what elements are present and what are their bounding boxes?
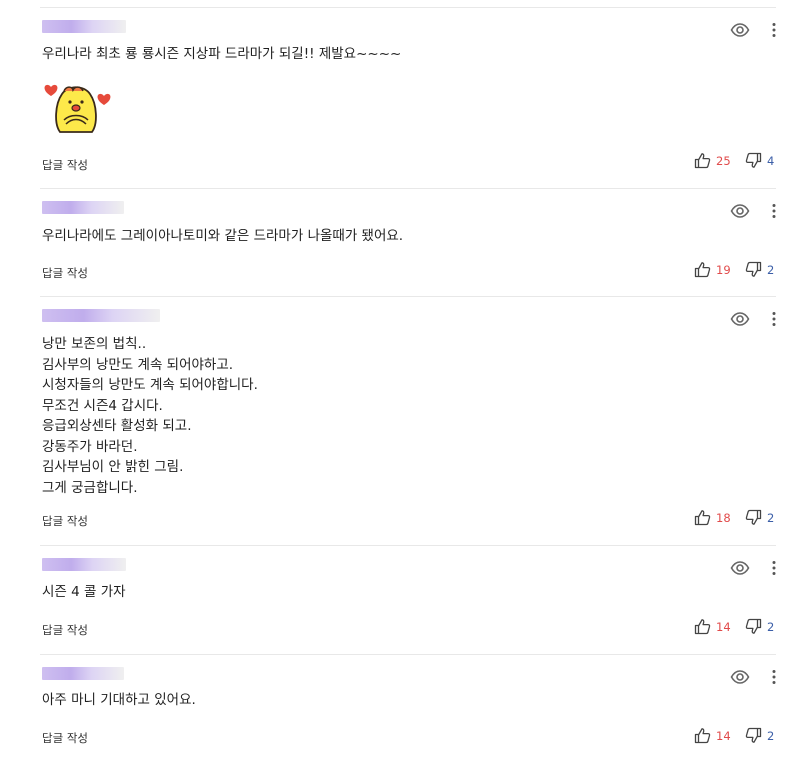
like-count: 19	[716, 262, 731, 277]
like-button[interactable]: 14	[694, 618, 731, 635]
reply-button[interactable]: 답글 작성	[42, 265, 88, 281]
like-count: 25	[716, 153, 731, 168]
dislike-count: 4	[767, 153, 775, 168]
comment-text: 우리나라에도 그레이아나토미와 같은 드라마가 나올때가 됐어요.	[42, 228, 404, 244]
reply-button[interactable]: 답글 작성	[42, 622, 88, 638]
reply-button[interactable]: 답글 작성	[42, 157, 88, 173]
dislike-button[interactable]: 2	[745, 618, 774, 635]
thumbs-down-icon	[745, 618, 762, 635]
comment-item: 낭만 보존의 법칙.. 김사부의 낭만도 계속 되어야하고. 시청자들의 낭만도…	[40, 296, 776, 545]
reply-button[interactable]: 답글 작성	[42, 513, 88, 529]
thumbs-up-icon	[694, 727, 711, 744]
dislike-count: 2	[767, 510, 775, 525]
comment-text: 아주 마니 기대하고 있어요.	[42, 692, 196, 708]
dislike-button[interactable]: 2	[745, 509, 774, 526]
more-vertical-icon[interactable]	[768, 667, 780, 687]
comment-item: 아주 마니 기대하고 있어요. 답글 작성 14 2	[40, 654, 776, 762]
dislike-button[interactable]: 2	[745, 261, 774, 278]
sticker-image	[42, 74, 114, 142]
username-blurred	[42, 309, 160, 322]
username-blurred	[42, 201, 124, 214]
eye-icon[interactable]	[730, 309, 750, 329]
thumbs-up-icon	[694, 509, 711, 526]
thumbs-up-icon	[694, 152, 711, 169]
thumbs-down-icon	[745, 152, 762, 169]
comment-item: 우리나라에도 그레이아나토미와 같은 드라마가 나올때가 됐어요. 답글 작성 …	[40, 188, 776, 296]
reply-button[interactable]: 답글 작성	[42, 730, 88, 746]
comment-item: 시즌 4 콜 가자 답글 작성 14 2	[40, 545, 776, 654]
eye-icon[interactable]	[730, 667, 750, 687]
thumbs-down-icon	[745, 727, 762, 744]
comment-list: 우리나라 최초 룡 룡시즌 지상파 드라마가 되길!! 제발요~~~~ 답글 작…	[0, 0, 804, 761]
more-vertical-icon[interactable]	[768, 309, 780, 329]
thumbs-down-icon	[745, 261, 762, 278]
eye-icon[interactable]	[730, 20, 750, 40]
comment-text: 시즌 4 콜 가자	[42, 584, 126, 600]
username-blurred	[42, 20, 126, 33]
thumbs-down-icon	[745, 509, 762, 526]
comment-text: 우리나라 최초 룡 룡시즌 지상파 드라마가 되길!! 제발요~~~~	[42, 46, 402, 62]
dislike-button[interactable]: 2	[745, 727, 774, 744]
eye-icon[interactable]	[730, 201, 750, 221]
dislike-count: 2	[767, 262, 775, 277]
comment-item: 우리나라 최초 룡 룡시즌 지상파 드라마가 되길!! 제발요~~~~ 답글 작…	[40, 7, 776, 188]
username-blurred	[42, 667, 124, 680]
like-button[interactable]: 14	[694, 727, 731, 744]
more-vertical-icon[interactable]	[768, 558, 780, 578]
like-button[interactable]: 25	[694, 152, 731, 169]
username-blurred	[42, 558, 126, 571]
dislike-count: 2	[767, 619, 775, 634]
comment-text: 낭만 보존의 법칙.. 김사부의 낭만도 계속 되어야하고. 시청자들의 낭만도…	[42, 336, 258, 496]
more-vertical-icon[interactable]	[768, 201, 780, 221]
more-vertical-icon[interactable]	[768, 20, 780, 40]
like-button[interactable]: 19	[694, 261, 731, 278]
thumbs-up-icon	[694, 618, 711, 635]
like-button[interactable]: 18	[694, 509, 731, 526]
like-count: 18	[716, 510, 731, 525]
thumbs-up-icon	[694, 261, 711, 278]
eye-icon[interactable]	[730, 558, 750, 578]
dislike-count: 2	[767, 728, 775, 743]
like-count: 14	[716, 728, 731, 743]
dislike-button[interactable]: 4	[745, 152, 774, 169]
like-count: 14	[716, 619, 731, 634]
